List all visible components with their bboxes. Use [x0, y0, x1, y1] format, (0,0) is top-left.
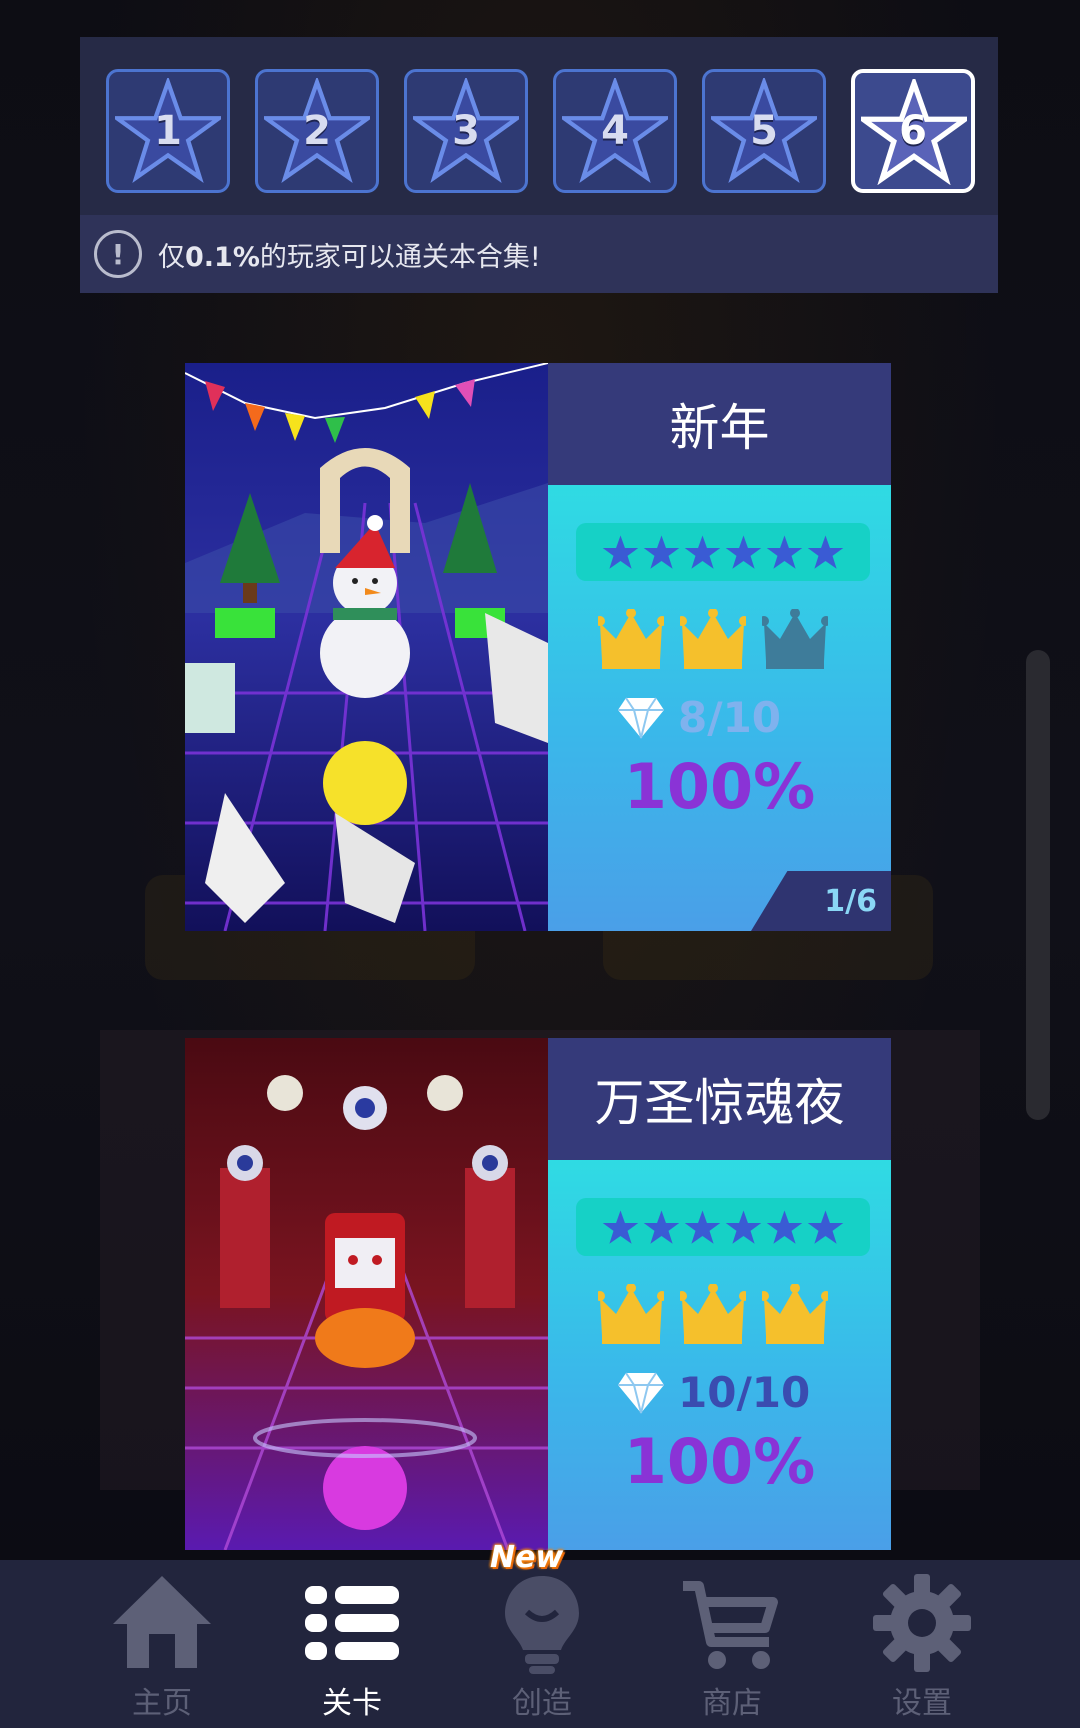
- nav-item-shop[interactable]: 商店: [637, 1560, 827, 1728]
- crown-icon: [762, 609, 828, 669]
- star-icon: [807, 1209, 844, 1244]
- nav-item-levels[interactable]: 关卡: [257, 1560, 447, 1728]
- diamond-icon: [618, 1371, 664, 1413]
- gem-count-text: 8/10: [678, 693, 782, 742]
- level-card-new-year[interactable]: 新年 8/10 100% 1/6: [185, 363, 891, 931]
- level-card-halloween[interactable]: 万圣惊魂夜 10/10 100%: [185, 1038, 891, 1550]
- level-set-selector: 1 2 3 4 5 6 ! 仅0.1%的玩家可以通关本合集!: [80, 37, 998, 293]
- difficulty-stars: [576, 1198, 870, 1256]
- gem-count: 10/10: [616, 1368, 810, 1417]
- level-set-tabs: 1 2 3 4 5 6: [106, 69, 975, 193]
- nav-label: 设置: [892, 1686, 952, 1721]
- level-set-tab-3[interactable]: 3: [404, 69, 528, 193]
- level-stats: 10/10 100%: [548, 1160, 891, 1550]
- cart-icon: [683, 1581, 778, 1669]
- level-title-box: 万圣惊魂夜: [548, 1038, 891, 1160]
- level-set-tab-4[interactable]: 4: [553, 69, 677, 193]
- nav-label: 主页: [132, 1686, 192, 1721]
- crown-icon: [680, 609, 746, 669]
- exclamation-icon: !: [94, 230, 142, 278]
- crowns: [598, 609, 828, 671]
- completion-percent: 100%: [623, 750, 816, 823]
- level-set-tab-label: 2: [303, 108, 331, 154]
- star-icon: [684, 1209, 721, 1244]
- nav-label: 关卡: [322, 1686, 382, 1721]
- notice-highlight: 0.1%: [185, 241, 260, 273]
- gear-icon: [873, 1574, 971, 1672]
- level-set-tab-6[interactable]: 6: [851, 69, 975, 193]
- star-icon: [684, 534, 721, 569]
- completion-notice: ! 仅0.1%的玩家可以通关本合集!: [80, 215, 998, 293]
- bottom-nav: 主页 关卡 创造 商店 设置: [0, 1560, 1080, 1728]
- completion-percent: 100%: [623, 1425, 816, 1498]
- crown-icon: [762, 1284, 828, 1344]
- diamond-icon: [618, 696, 664, 738]
- page-indicator: 1/6: [751, 871, 891, 931]
- star-icon: [807, 534, 844, 569]
- nav-label: 创造: [512, 1686, 572, 1721]
- notice-suffix: 的玩家可以通关本合集!: [259, 241, 541, 273]
- star-icon: [766, 1209, 803, 1244]
- crown-icon: [680, 1284, 746, 1344]
- nav-label: 商店: [702, 1686, 762, 1721]
- new-badge: New: [490, 1540, 564, 1575]
- crown-icon: [598, 609, 664, 669]
- notice-text: 仅0.1%的玩家可以通关本合集!: [158, 235, 541, 274]
- lightbulb-icon: [505, 1576, 579, 1674]
- star-icon: [725, 534, 762, 569]
- level-set-tab-label: 1: [154, 108, 182, 154]
- home-icon: [113, 1576, 211, 1668]
- gem-count-text: 10/10: [678, 1368, 811, 1417]
- level-set-tab-label: 6: [899, 108, 927, 154]
- new-year-snowman-art: [185, 363, 548, 931]
- star-icon: [602, 534, 639, 569]
- level-set-tab-label: 4: [601, 108, 629, 154]
- list-icon: [305, 1586, 399, 1660]
- level-title: 万圣惊魂夜: [594, 1074, 845, 1132]
- level-set-tab-2[interactable]: 2: [255, 69, 379, 193]
- scrollbar[interactable]: [1026, 650, 1050, 1120]
- level-set-tab-label: 5: [750, 108, 778, 154]
- gem-count: 8/10: [616, 693, 781, 742]
- level-title: 新年: [669, 399, 770, 457]
- crown-icon: [598, 1284, 664, 1344]
- level-artwork: [185, 363, 548, 931]
- star-icon: [766, 534, 803, 569]
- level-set-tab-5[interactable]: 5: [702, 69, 826, 193]
- nav-item-create[interactable]: 创造: [447, 1560, 637, 1728]
- level-artwork: [185, 1038, 548, 1550]
- star-icon: [725, 1209, 762, 1244]
- nav-item-settings[interactable]: 设置: [827, 1560, 1017, 1728]
- star-icon: [643, 1209, 680, 1244]
- level-stats: 8/10 100% 1/6: [548, 485, 891, 931]
- level-set-tab-1[interactable]: 1: [106, 69, 230, 193]
- level-title-box: 新年: [548, 363, 891, 485]
- star-icon: [643, 534, 680, 569]
- halloween-vampire-art: [185, 1038, 548, 1550]
- nav-item-home[interactable]: 主页: [67, 1560, 257, 1728]
- notice-prefix: 仅: [158, 241, 185, 273]
- difficulty-stars: [576, 523, 870, 581]
- level-set-tab-label: 3: [452, 108, 480, 154]
- crowns: [598, 1284, 828, 1346]
- star-icon: [602, 1209, 639, 1244]
